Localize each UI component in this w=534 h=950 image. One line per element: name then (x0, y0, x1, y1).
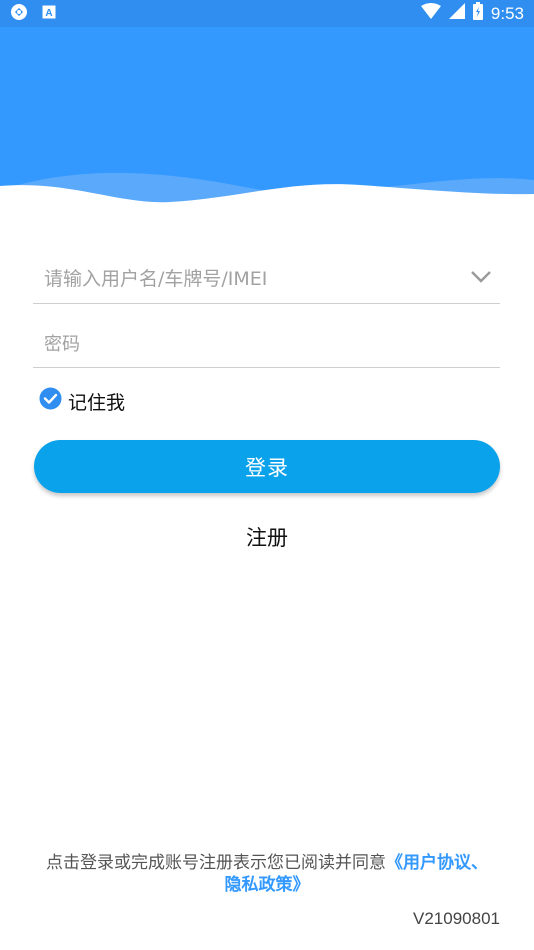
status-bar: A 9:53 (0, 0, 534, 27)
chevron-down-icon[interactable] (470, 269, 492, 288)
status-time: 9:53 (490, 3, 524, 23)
agreement-text: 点击登录或完成账号注册表示您已阅读并同意 (46, 853, 386, 873)
wifi-icon (420, 3, 441, 24)
privacy-policy-link[interactable]: 隐私政策》 (225, 875, 310, 895)
login-button[interactable]: 登录 (34, 440, 500, 493)
username-field[interactable] (33, 256, 500, 304)
header-wave (0, 172, 534, 220)
username-input[interactable] (33, 256, 444, 302)
register-link[interactable]: 注册 (0, 522, 534, 552)
user-agreement-link[interactable]: 《用户协议、 (386, 853, 488, 873)
password-input[interactable] (33, 322, 444, 366)
battery-icon (472, 2, 483, 25)
signal-icon (448, 3, 465, 24)
keyboard-a-icon: A (42, 4, 56, 23)
check-circle-icon[interactable] (39, 387, 62, 415)
sync-icon (10, 3, 28, 25)
svg-text:A: A (45, 8, 52, 19)
version-label: V21090801 (413, 909, 500, 928)
agreement-notice: 点击登录或完成账号注册表示您已阅读并同意《用户协议、 隐私政策》 (30, 852, 504, 896)
remember-me-checkbox[interactable]: 记住我 (39, 387, 125, 415)
password-field[interactable] (33, 322, 500, 368)
remember-me-label: 记住我 (68, 391, 126, 414)
